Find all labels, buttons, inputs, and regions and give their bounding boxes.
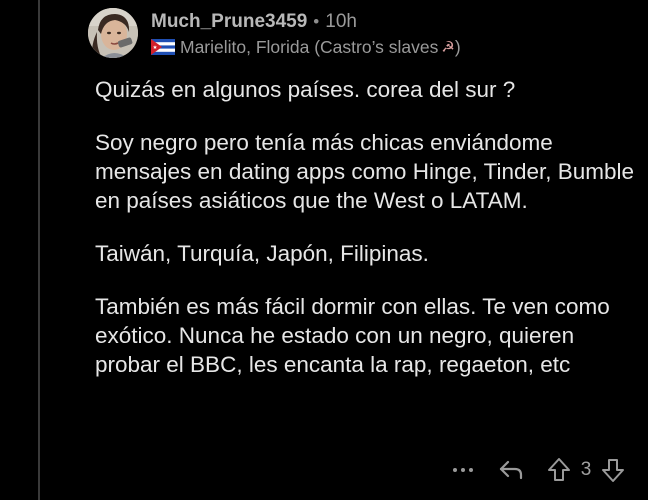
reply-button[interactable] [494,454,528,486]
hammer-sickle-icon: ☭ [441,39,455,56]
reply-arrow-icon [499,460,523,480]
downvote-arrow-icon [602,459,624,482]
comment-body: Quizás en algunos países. corea del sur … [95,75,635,403]
meta-line: Much_Prune3459 • 10h [151,10,628,34]
timestamp: 10h [325,11,357,32]
comment-paragraph: Quizás en algunos países. corea del sur … [95,77,516,102]
username[interactable]: Much_Prune3459 [151,11,307,33]
flair-close-paren: ) [454,36,461,57]
comment-actions: 3 [446,454,628,486]
comment-paragraph: También es más fácil dormir con ellas. T… [95,294,610,377]
user-avatar[interactable] [88,8,138,58]
comment-paragraph: Taiwán, Turquía, Japón, Filipinas. [95,241,429,266]
upvote-button[interactable] [544,454,574,486]
vote-score: 3 [580,459,592,480]
downvote-button[interactable] [598,454,628,486]
flair-text: Marielito, Florida (Castro’s slaves [180,36,439,57]
comment-paragraph: Soy negro pero tenía más chicas enviándo… [95,130,635,213]
comment: Much_Prune3459 • 10h Marielito, Florida … [0,0,648,500]
user-flair: Marielito, Florida (Castro’s slaves ☭ ) [151,34,628,60]
comment-header: Much_Prune3459 • 10h Marielito, Florida … [151,10,628,60]
more-options-button[interactable] [446,454,480,486]
avatar-image [88,8,138,58]
cuba-flag-icon [151,39,175,55]
upvote-arrow-icon [548,458,570,481]
more-dots-icon [453,468,473,472]
separator-dot: • [313,12,320,31]
